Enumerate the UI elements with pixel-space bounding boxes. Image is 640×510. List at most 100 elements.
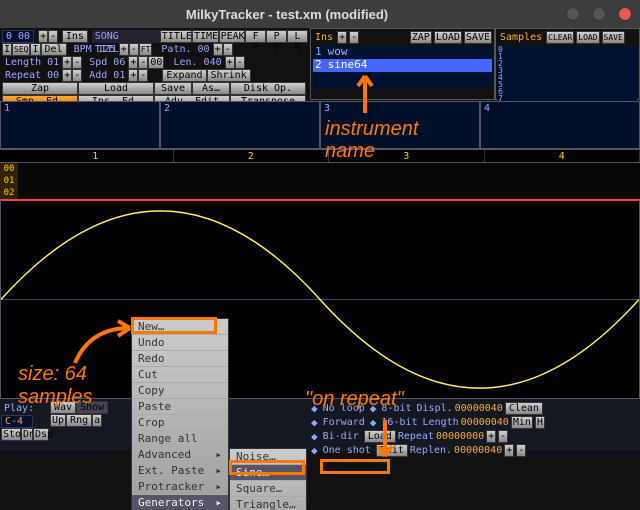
bpm-plus[interactable]: + <box>119 43 129 56</box>
noloop-option[interactable]: No loop <box>320 402 368 415</box>
rep-minus[interactable]: - <box>72 69 82 82</box>
displ-label: Displ. <box>417 403 453 414</box>
load2-button[interactable]: Load <box>364 430 396 443</box>
minus-button[interactable]: - <box>48 30 58 43</box>
add-minus[interactable]: - <box>138 69 148 82</box>
show-button[interactable]: Show <box>76 401 108 414</box>
smp-clear[interactable]: CLEAR <box>546 31 574 44</box>
plus-button[interactable]: + <box>38 30 48 43</box>
ins-load[interactable]: LOAD <box>434 31 462 44</box>
dn-button[interactable]: Dn <box>21 428 33 441</box>
patn-plus[interactable]: + <box>213 43 223 56</box>
len2-minus[interactable]: - <box>235 56 245 69</box>
smp-load[interactable]: LOAD <box>576 31 599 44</box>
menu-item[interactable]: Paste <box>132 399 228 415</box>
8bit-option[interactable]: 8-bit <box>378 402 414 415</box>
load-button[interactable]: Load <box>78 82 154 95</box>
add-plus[interactable]: + <box>128 69 138 82</box>
len2-label: Len. <box>170 56 200 69</box>
title-btn[interactable]: TITLE <box>160 30 192 43</box>
oct-btn[interactable]: 00 <box>148 56 164 69</box>
menu-item[interactable]: Range all <box>132 431 228 447</box>
forward-option[interactable]: Forward <box>320 416 368 429</box>
expand-button[interactable]: Expand <box>162 69 206 82</box>
pattern-header: 1 2 3 4 <box>0 149 640 163</box>
scope[interactable]: 4 <box>480 101 640 149</box>
lr-btn[interactable]: L R <box>287 30 308 43</box>
dn-button[interactable]: I <box>30 43 40 56</box>
oneshot-option[interactable]: One shot <box>320 444 374 457</box>
time-btn[interactable]: TIME <box>192 30 219 43</box>
menu-item[interactable]: Crop <box>132 415 228 431</box>
instrument-list[interactable]: 1 wow 2 sine64 <box>313 46 492 88</box>
replen-minus[interactable]: - <box>516 444 526 457</box>
submenu-item[interactable]: Square… <box>230 481 306 497</box>
minimize-button[interactable] <box>566 7 580 21</box>
wav-button[interactable]: Wav <box>50 401 76 414</box>
rep2-plus[interactable]: + <box>486 430 496 443</box>
peak-btn[interactable]: PEAK <box>219 30 246 43</box>
up2-button[interactable]: Up <box>50 414 66 427</box>
submenu-item[interactable]: Noise… <box>230 449 306 465</box>
dsp-button[interactable]: Dsp <box>33 428 49 441</box>
len-minus[interactable]: - <box>72 56 82 69</box>
scope[interactable]: 1 <box>0 101 160 149</box>
scope[interactable]: 3 <box>320 101 480 149</box>
ins-zap[interactable]: ZAP <box>410 31 432 44</box>
spd-minus[interactable]: - <box>138 56 148 69</box>
ft-button[interactable]: FT <box>139 43 153 56</box>
ins-save[interactable]: SAVE <box>464 31 492 44</box>
stop2-button[interactable]: Stop <box>1 428 21 441</box>
zap-button[interactable]: Zap <box>2 82 78 95</box>
submenu-item[interactable]: Sine… <box>230 465 306 481</box>
menu-item[interactable]: New… <box>132 319 228 335</box>
smp-save[interactable]: SAVE <box>602 31 625 44</box>
menu-item[interactable]: Protracker▸ <box>132 479 228 495</box>
bidir-option[interactable]: Bi-dir <box>320 430 362 443</box>
rep-plus[interactable]: + <box>62 69 72 82</box>
len-plus[interactable]: + <box>62 56 72 69</box>
ins-button[interactable]: Ins <box>62 30 88 43</box>
list-item[interactable]: 2 sine64 <box>313 59 492 72</box>
menu-item[interactable]: Ext. Paste▸ <box>132 463 228 479</box>
shrink-button[interactable]: Shrink <box>207 69 251 82</box>
save-button[interactable]: Save <box>154 82 192 95</box>
exit-button[interactable]: Exit <box>376 444 408 457</box>
len2-plus[interactable]: + <box>225 56 235 69</box>
saveas-button[interactable]: As… <box>192 82 230 95</box>
context-menu[interactable]: New…UndoRedoCutCopyPasteCropRange allAdv… <box>131 318 229 510</box>
a-button[interactable]: a <box>92 414 102 427</box>
min-button[interactable]: Min <box>511 416 533 429</box>
diskop-button[interactable]: Disk Op. <box>230 82 306 95</box>
ins-minus[interactable]: - <box>349 31 359 44</box>
spd-plus[interactable]: + <box>128 56 138 69</box>
replen-plus[interactable]: + <box>504 444 514 457</box>
context-submenu[interactable]: Noise…Sine…Square…Triangle…Sawtooth…Sile… <box>229 448 307 510</box>
pattern-editor[interactable]: 00 01 02 <box>0 163 640 199</box>
bpm-minus[interactable]: - <box>129 43 139 56</box>
menu-item[interactable]: Advanced▸ <box>132 447 228 463</box>
h-button[interactable]: H <box>535 416 545 429</box>
clean-button[interactable]: Clean <box>505 402 543 415</box>
del-button[interactable]: Del <box>41 43 67 56</box>
rng-button[interactable]: Rng <box>66 414 92 427</box>
close-button[interactable] <box>618 7 632 21</box>
submenu-item[interactable]: Triangle… <box>230 497 306 510</box>
up-button[interactable]: I <box>2 43 12 56</box>
menu-item[interactable]: Redo <box>132 351 228 367</box>
fp-btn[interactable]: F P <box>245 30 266 43</box>
16bit-option[interactable]: 16-bit <box>378 416 420 429</box>
menu-item[interactable]: Cut <box>132 367 228 383</box>
menu-item[interactable]: Generators▸ <box>132 495 228 510</box>
menu-item[interactable]: Undo <box>132 335 228 351</box>
scope[interactable]: 2 <box>160 101 320 149</box>
sample-editor[interactable] <box>0 199 640 399</box>
menu-item[interactable]: Copy <box>132 383 228 399</box>
seq-button[interactable]: SEQ <box>12 43 30 56</box>
ins-plus[interactable]: + <box>337 31 347 44</box>
maximize-button[interactable] <box>592 7 606 21</box>
patn-label: Patn. <box>158 43 194 56</box>
pp-btn[interactable]: P P <box>266 30 287 43</box>
rep2-minus[interactable]: - <box>498 430 508 443</box>
patn-minus[interactable]: - <box>223 43 233 56</box>
